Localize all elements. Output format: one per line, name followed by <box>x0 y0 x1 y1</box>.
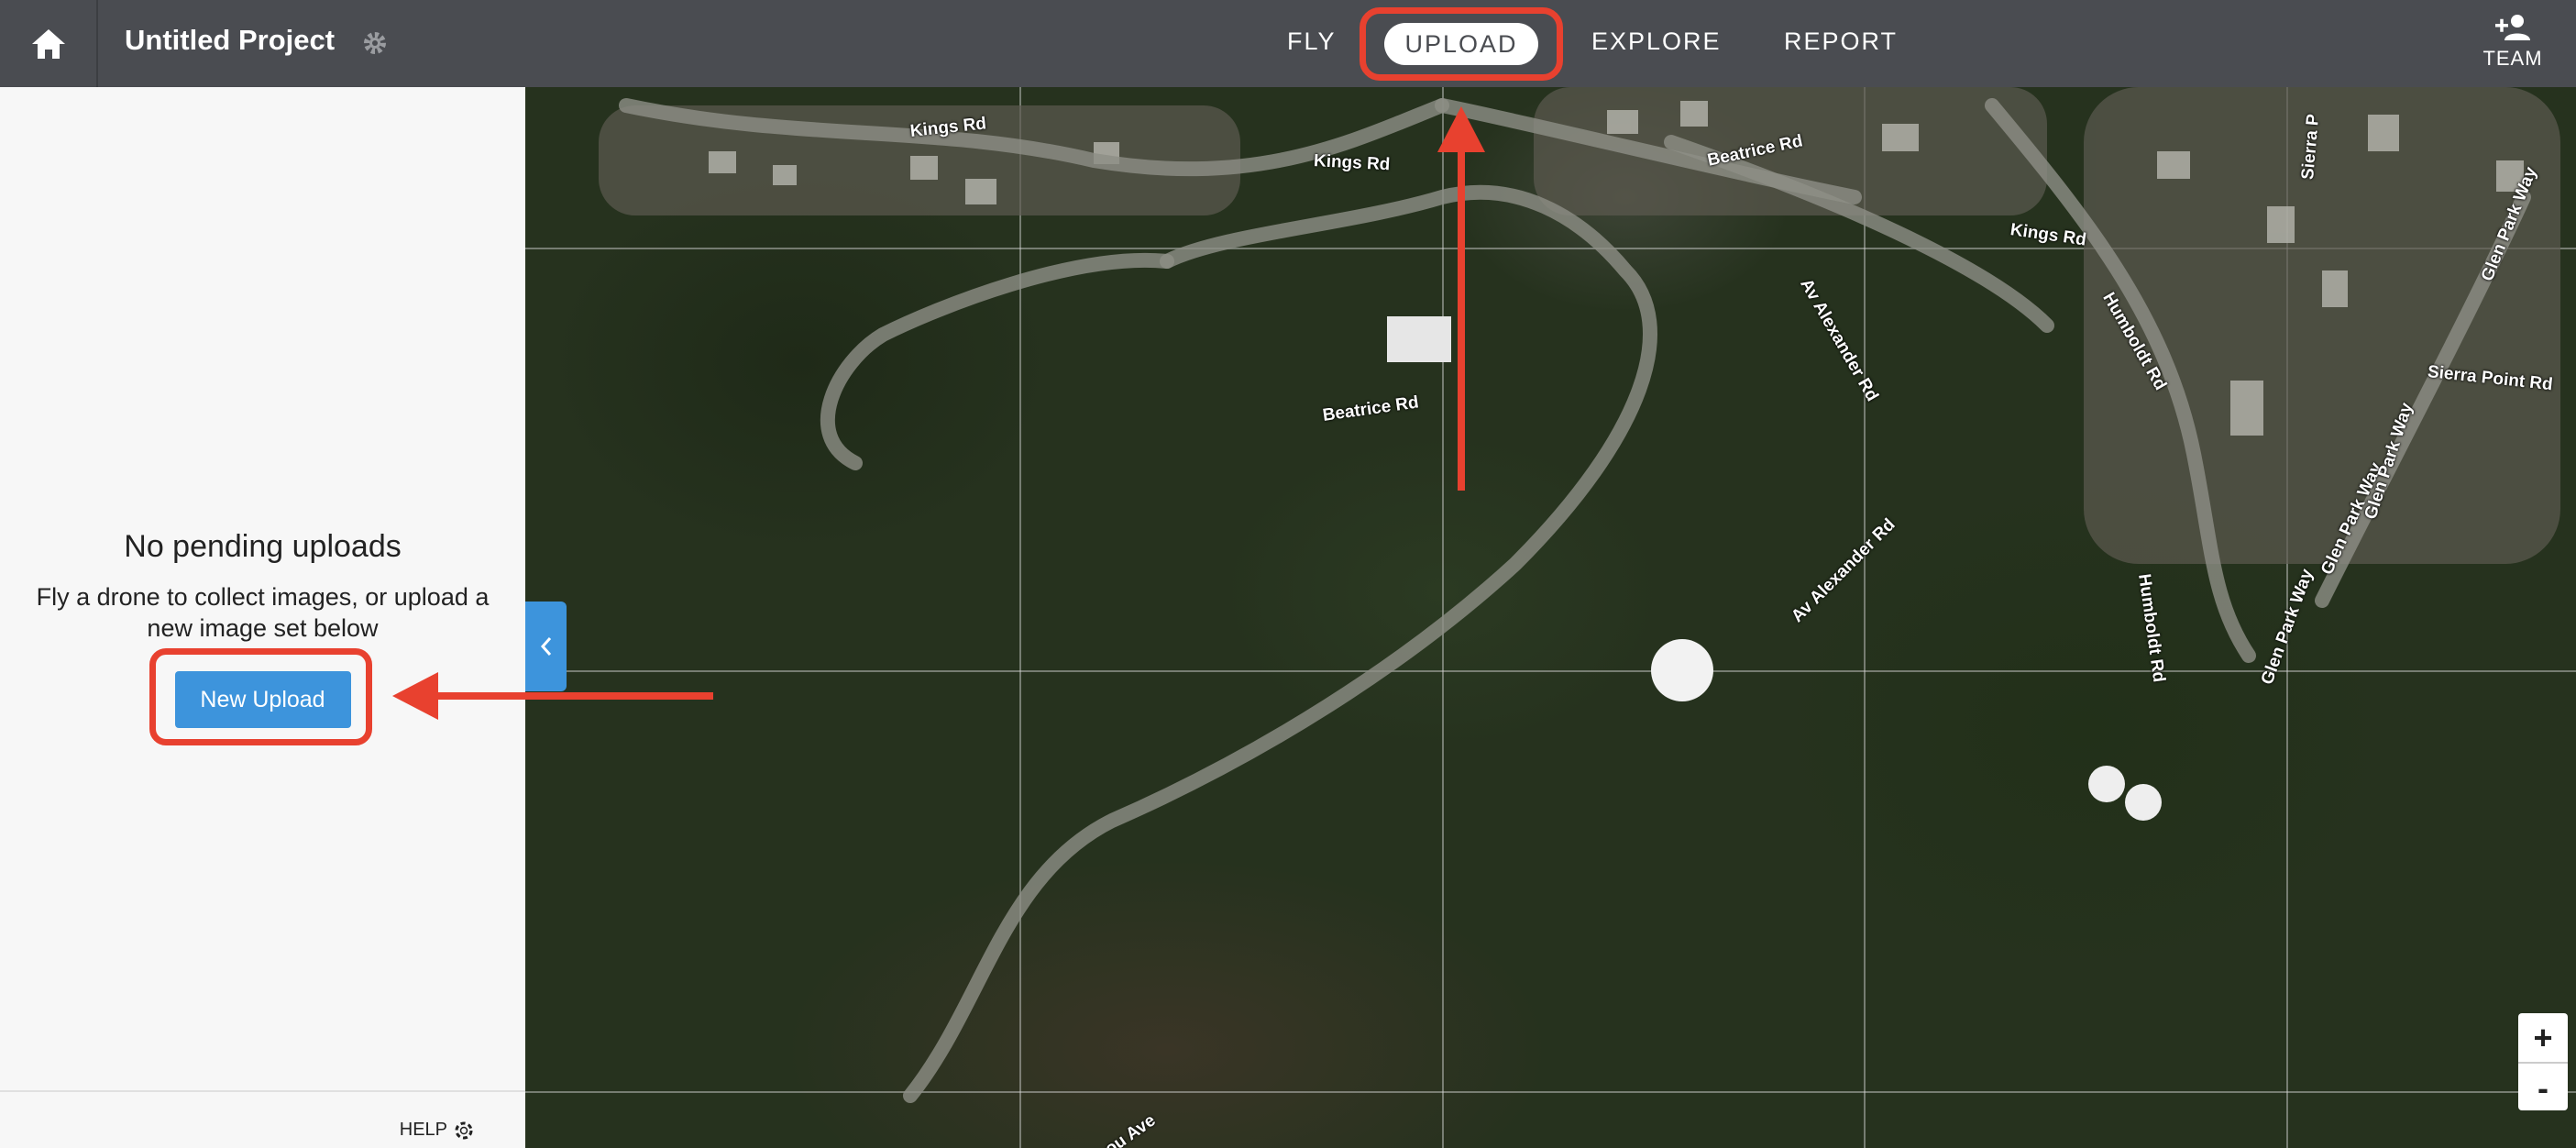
sidebar-collapse-button[interactable] <box>525 602 567 691</box>
top-bar: Untitled Project FLY UPLOAD EXPLORE REPO… <box>0 0 2576 87</box>
tab-upload[interactable]: UPLOAD <box>1384 23 1538 65</box>
empty-state-title: No pending uploads <box>124 529 402 564</box>
home-button[interactable] <box>0 0 98 87</box>
project-settings-button[interactable] <box>359 28 391 59</box>
map-imagery <box>525 87 2576 1148</box>
help-link[interactable]: HELP <box>400 1120 473 1141</box>
new-upload-button[interactable]: New Upload <box>174 671 351 728</box>
zoom-in-button[interactable]: + <box>2518 1013 2568 1062</box>
sidebar-footer: HELP <box>0 1090 525 1148</box>
home-icon <box>31 28 65 59</box>
team-button[interactable]: TEAM <box>2475 13 2550 77</box>
team-label: TEAM <box>2482 47 2543 70</box>
tab-explore[interactable]: EXPLORE <box>1591 28 1722 56</box>
help-label: HELP <box>399 1120 447 1140</box>
tab-report[interactable]: REPORT <box>1784 28 1898 56</box>
add-user-icon <box>2495 15 2530 40</box>
empty-state-description: Fly a drone to collect images, or upload… <box>36 583 490 642</box>
uploads-sidebar: No pending uploads Fly a drone to collec… <box>0 87 525 1148</box>
satellite-map[interactable]: Kings Rd Kings Rd Kings Rd Beatrice Rd B… <box>525 87 2576 1148</box>
project-title[interactable]: Untitled Project <box>125 24 335 57</box>
gear-icon <box>364 32 386 54</box>
zoom-control: + - <box>2518 1013 2568 1110</box>
zoom-out-button[interactable]: - <box>2518 1062 2568 1110</box>
chevron-left-icon <box>540 637 551 656</box>
empty-state: No pending uploads Fly a drone to collec… <box>0 529 525 728</box>
tab-fly[interactable]: FLY <box>1287 28 1337 56</box>
lifebuoy-icon <box>455 1121 473 1139</box>
street-label: Kings Rd <box>1313 151 1391 175</box>
